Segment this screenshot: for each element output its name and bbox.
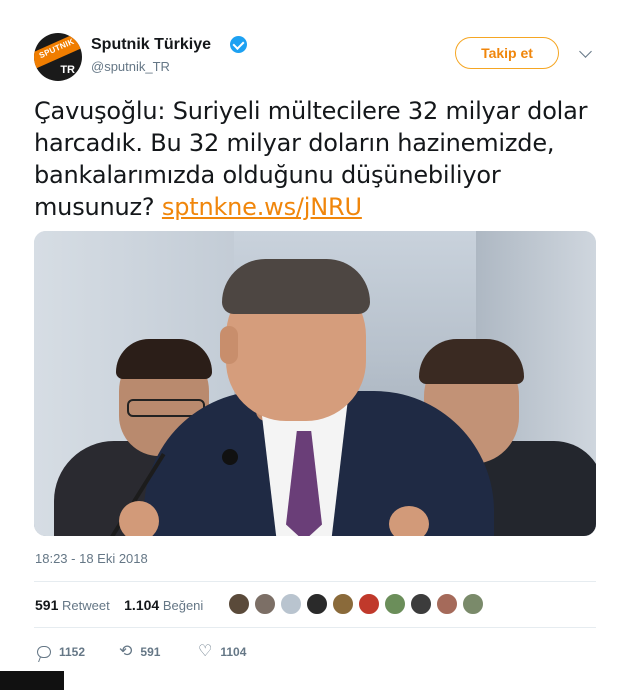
tweet-link[interactable]: sptnkne.ws/jNRU <box>162 193 362 221</box>
tweet-stats: 591 Retweet 1.104 Beğeni <box>35 597 203 613</box>
tweet-text: Çavuşoğlu: Suriyeli mültecilere 32 milya… <box>34 95 604 223</box>
tweet-photo[interactable] <box>34 231 596 536</box>
photo-microphone-head <box>222 449 238 465</box>
bottom-overlay-bar <box>0 671 64 690</box>
avatar-badge: TR <box>60 64 75 76</box>
like-count: 1.104 <box>124 597 160 613</box>
tweet-header: SPUTNIK TR Sputnik Türkiye @sputnik_TR T… <box>34 33 599 83</box>
account-handle[interactable]: @sputnik_TR <box>91 59 170 74</box>
retweet-icon: ⟲ <box>119 643 133 660</box>
tweet-timestamp[interactable]: 18:23 - 18 Eki 2018 <box>35 551 148 566</box>
photo-person-left-hair <box>116 339 212 379</box>
liker-avatar[interactable] <box>410 593 432 615</box>
photo-speaker-hand-left <box>119 501 159 536</box>
reply-icon <box>37 646 51 658</box>
retweet-action-count: 591 <box>140 645 161 659</box>
divider-bottom <box>34 627 596 628</box>
liker-avatar[interactable] <box>384 593 406 615</box>
photo-speaker-hair <box>222 259 370 314</box>
photo-speaker-ear <box>220 326 238 364</box>
retweet-stat[interactable]: 591 Retweet <box>35 597 110 613</box>
like-label: Beğeni <box>162 598 204 613</box>
retweet-button[interactable]: ⟲ 591 <box>119 640 160 664</box>
chevron-down-icon[interactable] <box>579 45 592 58</box>
avatar[interactable]: SPUTNIK TR <box>34 33 82 81</box>
liker-avatar[interactable] <box>462 593 484 615</box>
liker-avatar[interactable] <box>332 593 354 615</box>
follow-button[interactable]: Takip et <box>455 37 559 69</box>
heart-icon: ♡ <box>198 643 213 660</box>
verified-badge-icon <box>230 36 247 53</box>
reply-button[interactable]: 1152 <box>37 640 85 664</box>
photo-person-right-hair <box>419 339 524 384</box>
liker-avatar[interactable] <box>436 593 458 615</box>
like-button[interactable]: ♡ 1104 <box>198 640 246 664</box>
reply-count: 1152 <box>59 645 86 659</box>
liker-avatar[interactable] <box>228 593 250 615</box>
like-action-count: 1104 <box>220 645 247 659</box>
like-stat[interactable]: 1.104 Beğeni <box>124 597 204 613</box>
photo-speaker-hand-right <box>389 506 429 536</box>
liker-avatar[interactable] <box>254 593 276 615</box>
divider-top <box>34 581 596 582</box>
liker-avatar[interactable] <box>358 593 380 615</box>
liker-avatar[interactable] <box>280 593 302 615</box>
account-name[interactable]: Sputnik Türkiye <box>91 36 211 54</box>
retweet-count: 591 <box>35 597 59 613</box>
liker-avatar[interactable] <box>306 593 328 615</box>
retweet-label: Retweet <box>61 598 110 613</box>
